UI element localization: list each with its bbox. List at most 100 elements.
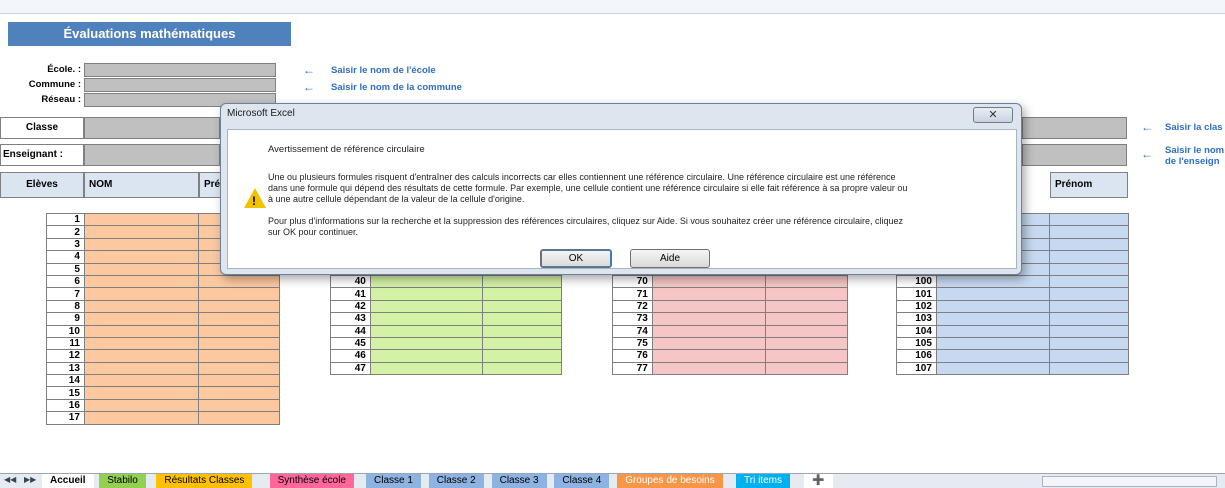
- tab-classe-2[interactable]: Classe 2: [428, 474, 484, 488]
- tab-last-icon[interactable]: ▶▶: [24, 475, 36, 484]
- prenom-cell[interactable]: [482, 324, 562, 338]
- nom-cell[interactable]: [369, 274, 484, 289]
- prenom-cell[interactable]: [198, 324, 280, 338]
- nom-cell[interactable]: [83, 237, 200, 252]
- prenom-cell[interactable]: [1049, 324, 1129, 338]
- prenom-cell[interactable]: [482, 349, 562, 363]
- nom-cell[interactable]: [369, 361, 484, 376]
- prenom-cell[interactable]: [1049, 287, 1129, 301]
- nom-cell[interactable]: [651, 324, 767, 338]
- prenom-cell[interactable]: [1049, 225, 1129, 239]
- nom-cell[interactable]: [83, 312, 200, 326]
- prenom-cell[interactable]: [482, 336, 562, 351]
- prenom-cell[interactable]: [482, 274, 562, 289]
- tab-classe-1[interactable]: Classe 1: [366, 474, 421, 488]
- nom-cell[interactable]: [935, 299, 1051, 314]
- nom-cell[interactable]: [651, 287, 767, 301]
- nom-cell[interactable]: [369, 349, 484, 363]
- nom-cell[interactable]: [369, 312, 484, 326]
- nom-cell[interactable]: [651, 299, 767, 314]
- prenom-cell[interactable]: [765, 312, 848, 326]
- nom-cell[interactable]: [935, 349, 1051, 363]
- prenom-cell[interactable]: [198, 361, 280, 376]
- nom-cell[interactable]: [83, 287, 200, 301]
- ecole-input[interactable]: [84, 63, 276, 77]
- nom-cell[interactable]: [83, 262, 200, 276]
- enseignant-input-right[interactable]: [1022, 144, 1127, 166]
- tab-synth-se-cole[interactable]: Synthèse école: [269, 474, 354, 488]
- classe-input-right[interactable]: [1022, 117, 1127, 139]
- nom-cell[interactable]: [935, 361, 1051, 376]
- tab-classe-3[interactable]: Classe 3: [491, 474, 547, 488]
- prenom-cell[interactable]: [765, 287, 848, 301]
- prenom-cell[interactable]: [765, 361, 848, 376]
- tab-tri-items[interactable]: Tri items: [736, 474, 790, 488]
- tab-first-icon[interactable]: ◀◀: [4, 475, 16, 484]
- new-sheet-icon[interactable]: ➕: [804, 474, 833, 488]
- prenom-cell[interactable]: [198, 374, 280, 388]
- nom-cell[interactable]: [935, 324, 1051, 338]
- nom-cell[interactable]: [369, 336, 484, 351]
- nom-cell[interactable]: [83, 324, 200, 338]
- prenom-cell[interactable]: [198, 411, 280, 425]
- nom-cell[interactable]: [83, 336, 200, 351]
- nom-cell[interactable]: [935, 336, 1051, 351]
- horizontal-scrollbar[interactable]: [1042, 476, 1217, 487]
- nom-cell[interactable]: [83, 361, 200, 376]
- tab-r-sultats-classes[interactable]: Résultats Classes: [156, 474, 253, 488]
- nom-cell[interactable]: [83, 398, 200, 413]
- commune-input[interactable]: [84, 78, 276, 92]
- prenom-cell[interactable]: [482, 299, 562, 314]
- tab-classe-4[interactable]: Classe 4: [554, 474, 610, 488]
- nom-cell[interactable]: [369, 299, 484, 314]
- nom-cell[interactable]: [651, 312, 767, 326]
- aide-button[interactable]: Aide: [630, 249, 710, 268]
- tab-accueil[interactable]: Accueil: [42, 474, 94, 488]
- nom-cell[interactable]: [83, 299, 200, 314]
- prenom-cell[interactable]: [1049, 262, 1129, 276]
- enseignant-input[interactable]: [84, 144, 220, 166]
- prenom-cell[interactable]: [198, 386, 280, 400]
- prenom-cell[interactable]: [198, 274, 280, 289]
- nom-cell[interactable]: [935, 312, 1051, 326]
- prenom-cell[interactable]: [482, 312, 562, 326]
- tab-stabilo[interactable]: Stabilo: [99, 474, 146, 488]
- nom-cell[interactable]: [83, 250, 200, 264]
- prenom-cell[interactable]: [482, 361, 562, 376]
- nom-cell[interactable]: [935, 287, 1051, 301]
- prenom-cell[interactable]: [198, 299, 280, 314]
- prenom-cell[interactable]: [198, 287, 280, 301]
- prenom-cell[interactable]: [1049, 274, 1129, 289]
- nom-cell[interactable]: [83, 349, 200, 363]
- nom-cell[interactable]: [83, 386, 200, 400]
- nom-cell[interactable]: [83, 411, 200, 425]
- prenom-cell[interactable]: [765, 299, 848, 314]
- prenom-cell[interactable]: [1049, 299, 1129, 314]
- close-icon[interactable]: ✕: [973, 107, 1013, 123]
- nom-cell[interactable]: [369, 324, 484, 338]
- nom-cell[interactable]: [651, 361, 767, 376]
- ok-button[interactable]: OK: [540, 249, 612, 268]
- prenom-cell[interactable]: [765, 349, 848, 363]
- classe-input[interactable]: [84, 117, 220, 139]
- nom-cell[interactable]: [935, 274, 1051, 289]
- nom-cell[interactable]: [369, 287, 484, 301]
- prenom-cell[interactable]: [482, 287, 562, 301]
- nom-cell[interactable]: [651, 349, 767, 363]
- prenom-cell[interactable]: [1049, 312, 1129, 326]
- prenom-cell[interactable]: [1049, 237, 1129, 252]
- prenom-cell[interactable]: [1049, 212, 1129, 227]
- prenom-cell[interactable]: [765, 324, 848, 338]
- nom-cell[interactable]: [651, 274, 767, 289]
- prenom-cell[interactable]: [1049, 361, 1129, 376]
- prenom-cell[interactable]: [198, 336, 280, 351]
- prenom-cell[interactable]: [1049, 349, 1129, 363]
- prenom-cell[interactable]: [765, 274, 848, 289]
- nom-cell[interactable]: [83, 274, 200, 289]
- prenom-cell[interactable]: [198, 349, 280, 363]
- prenom-cell[interactable]: [765, 336, 848, 351]
- tab-groupes-de-besoins[interactable]: Groupes de besoins: [617, 474, 723, 488]
- nom-cell[interactable]: [83, 374, 200, 388]
- nom-cell[interactable]: [83, 225, 200, 239]
- prenom-cell[interactable]: [198, 312, 280, 326]
